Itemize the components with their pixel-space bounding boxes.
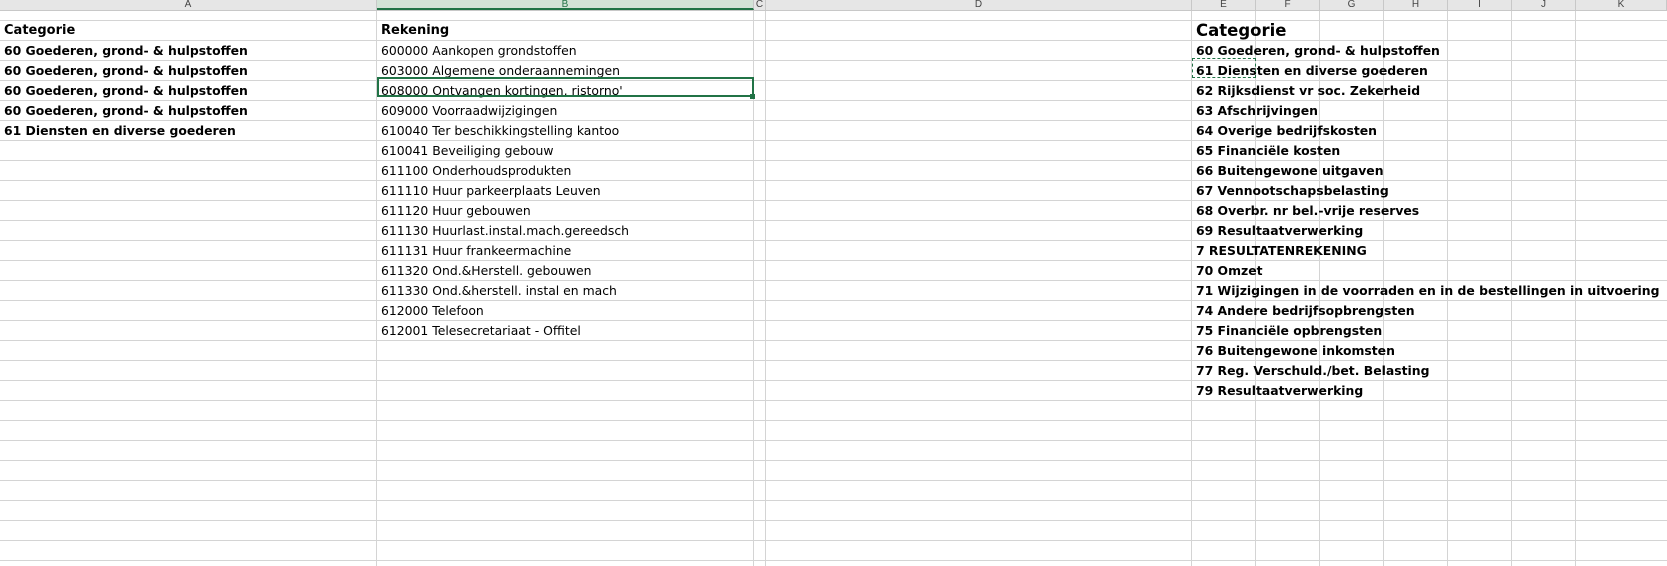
cell-e2[interactable]: 60 Goederen, grond- & hulpstoffen [1196,41,1440,60]
column-header-a[interactable]: A [0,0,377,10]
cell-e15[interactable]: 74 Andere bedrijfsopbrengsten [1196,301,1415,320]
column-header-e[interactable]: E [1192,0,1256,10]
cell-e9[interactable]: 67 Vennootschapsbelasting [1196,181,1389,200]
row-gridline [0,520,1667,521]
row-gridline [0,140,1667,141]
cell-e3[interactable]: 61 Diensten en diverse goederen [1196,61,1428,80]
cell-b6[interactable]: 610040 Ter beschikkingstelling kantoo [381,121,619,140]
cell-a1-header[interactable]: Categorie [4,21,75,40]
column-header-k[interactable]: K [1576,0,1667,10]
row-gridline [0,320,1667,321]
cell-b13[interactable]: 611320 Ond.&Herstell. gebouwen [381,261,591,280]
column-header-b[interactable]: B [377,0,754,10]
cell-b1-header[interactable]: Rekening [381,21,449,40]
row-gridline [0,380,1667,381]
row-gridline [0,560,1667,561]
cell-b7[interactable]: 610041 Beveiliging gebouw [381,141,554,160]
cell-e5[interactable]: 63 Afschrijvingen [1196,101,1318,120]
cell-e14[interactable]: 71 Wijzigingen in de voorraden en in de … [1196,281,1659,300]
cell-b2[interactable]: 600000 Aankopen grondstoffen [381,41,577,60]
cell-b4[interactable]: 608000 Ontvangen kortingen, ristorno' [381,81,623,100]
cell-b9[interactable]: 611110 Huur parkeerplaats Leuven [381,181,601,200]
column-header-bar: ABCDEFGHIJK [0,0,1667,11]
row-gridline [0,500,1667,501]
row-gridline [0,100,1667,101]
fill-handle[interactable] [750,94,755,99]
row-gridline [0,220,1667,221]
row-gridline [0,20,1667,21]
cell-e6[interactable]: 64 Overige bedrijfskosten [1196,121,1377,140]
cell-a2[interactable]: 60 Goederen, grond- & hulpstoffen [4,41,248,60]
cell-e19[interactable]: 79 Resultaatverwerking [1196,381,1363,400]
row-gridline [0,420,1667,421]
cell-b14[interactable]: 611330 Ond.&herstell. instal en mach [381,281,617,300]
row-gridline [0,480,1667,481]
row-gridline [0,460,1667,461]
column-header-c[interactable]: C [754,0,766,10]
column-header-i[interactable]: I [1448,0,1512,10]
cell-b8[interactable]: 611100 Onderhoudsprodukten [381,161,571,180]
cell-e13[interactable]: 70 Omzet [1196,261,1263,280]
row-gridline [0,300,1667,301]
cell-b5[interactable]: 609000 Voorraadwijzigingen [381,101,557,120]
cell-e12[interactable]: 7 RESULTATENREKENING [1196,241,1367,260]
cell-a6[interactable]: 61 Diensten en diverse goederen [4,121,236,140]
row-gridline [0,240,1667,241]
column-header-f[interactable]: F [1256,0,1320,10]
cell-b3[interactable]: 603000 Algemene onderaannemingen [381,61,620,80]
cell-e4[interactable]: 62 Rijksdienst vr soc. Zekerheid [1196,81,1420,100]
cell-b10[interactable]: 611120 Huur gebouwen [381,201,531,220]
spreadsheet-grid[interactable]: Categorie Rekening Categorie 60 Goederen, g… [0,11,1667,566]
cell-e11[interactable]: 69 Resultaatverwerking [1196,221,1363,240]
column-header-g[interactable]: G [1320,0,1384,10]
cell-a4[interactable]: 60 Goederen, grond- & hulpstoffen [4,81,248,100]
cell-b15[interactable]: 612000 Telefoon [381,301,484,320]
cell-b16[interactable]: 612001 Telesecretariaat - Offitel [381,321,581,340]
cell-e8[interactable]: 66 Buitengewone uitgaven [1196,161,1384,180]
cell-e18[interactable]: 77 Reg. Verschuld./bet. Belasting [1196,361,1429,380]
cell-e7[interactable]: 65 Financiële kosten [1196,141,1340,160]
row-gridline [0,260,1667,261]
cell-a3[interactable]: 60 Goederen, grond- & hulpstoffen [4,61,248,80]
column-header-d[interactable]: D [766,0,1192,10]
column-gridline [376,11,377,566]
cell-e1-header[interactable]: Categorie [1196,21,1286,40]
column-header-h[interactable]: H [1384,0,1448,10]
row-gridline [0,340,1667,341]
row-gridline [0,160,1667,161]
row-gridline [0,440,1667,441]
cell-a5[interactable]: 60 Goederen, grond- & hulpstoffen [4,101,248,120]
column-gridline [1191,11,1192,566]
cell-b12[interactable]: 611131 Huur frankeermachine [381,241,571,260]
column-header-j[interactable]: J [1512,0,1576,10]
cell-b11[interactable]: 611130 Huurlast.instal.mach.gereedsch [381,221,629,240]
cell-e10[interactable]: 68 Overbr. nr bel.-vrije reserves [1196,201,1419,220]
column-gridline [765,11,766,566]
row-gridline [0,120,1667,121]
row-gridline [0,540,1667,541]
row-gridline [0,180,1667,181]
cell-e17[interactable]: 76 Buitengewone inkomsten [1196,341,1395,360]
cell-e16[interactable]: 75 Financiële opbrengsten [1196,321,1382,340]
row-gridline [0,400,1667,401]
